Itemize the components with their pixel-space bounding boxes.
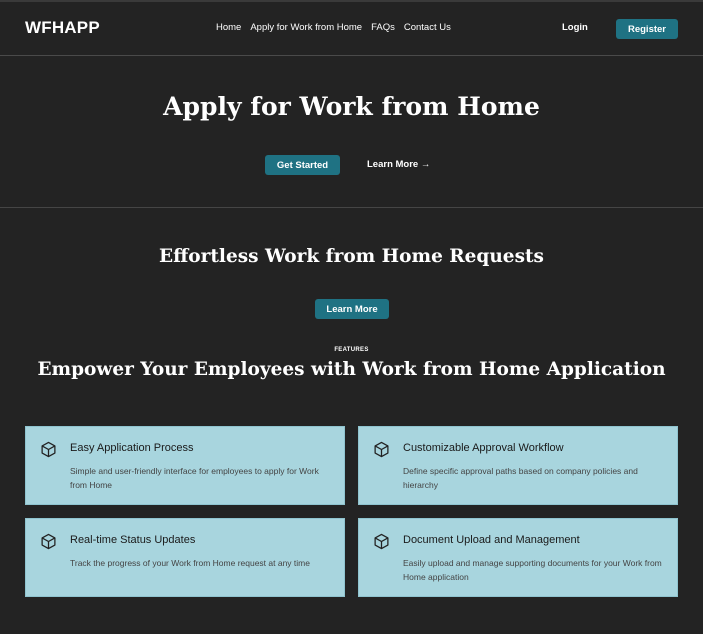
nav-apply-link[interactable]: Apply for Work from Home xyxy=(250,22,362,33)
site-header: WFHAPP Home Apply for Work from Home FAQ… xyxy=(0,2,703,56)
feature-card-title: Real-time Status Updates xyxy=(70,534,196,546)
feature-card: Real-time Status Updates Track the progr… xyxy=(25,518,345,597)
cube-icon xyxy=(374,441,389,458)
nav-home-link[interactable]: Home xyxy=(216,22,241,33)
logo[interactable]: WFHAPP xyxy=(25,18,100,38)
nav-faqs-link[interactable]: FAQs xyxy=(371,22,395,33)
feature-card-title: Easy Application Process xyxy=(70,442,194,454)
feature-card-title: Customizable Approval Workflow xyxy=(403,442,564,454)
cube-icon xyxy=(374,533,389,550)
feature-card-title: Document Upload and Management xyxy=(403,534,580,546)
feature-card-description: Track the progress of your Work from Hom… xyxy=(70,558,310,568)
cube-icon xyxy=(41,441,56,458)
learn-more-button[interactable]: Learn More xyxy=(315,299,389,319)
feature-card: Customizable Approval Workflow Define sp… xyxy=(358,426,678,505)
feature-card: Easy Application Process Simple and user… xyxy=(25,426,345,505)
feature-card-description: Easily upload and manage supporting docu… xyxy=(403,558,662,582)
get-started-button[interactable]: Get Started xyxy=(265,155,340,175)
feature-card: Document Upload and Management Easily up… xyxy=(358,518,678,597)
features-label: FEATURES xyxy=(334,347,369,353)
feature-card-description: Define specific approval paths based on … xyxy=(403,466,638,490)
hero-title: Apply for Work from Home xyxy=(163,92,540,121)
hero-section: Apply for Work from Home Get Started Lea… xyxy=(0,56,703,208)
features-title: Empower Your Employees with Work from Ho… xyxy=(37,359,666,380)
nav-contact-link[interactable]: Contact Us xyxy=(404,22,451,33)
feature-card-description: Simple and user-friendly interface for e… xyxy=(70,466,319,490)
section-title: Effortless Work from Home Requests xyxy=(159,246,544,267)
learn-more-link[interactable]: Learn More → xyxy=(367,159,430,170)
register-button[interactable]: Register xyxy=(616,19,678,39)
login-link[interactable]: Login xyxy=(562,22,588,33)
main-nav: Home Apply for Work from Home FAQs Conta… xyxy=(216,22,451,33)
cube-icon xyxy=(41,533,56,550)
